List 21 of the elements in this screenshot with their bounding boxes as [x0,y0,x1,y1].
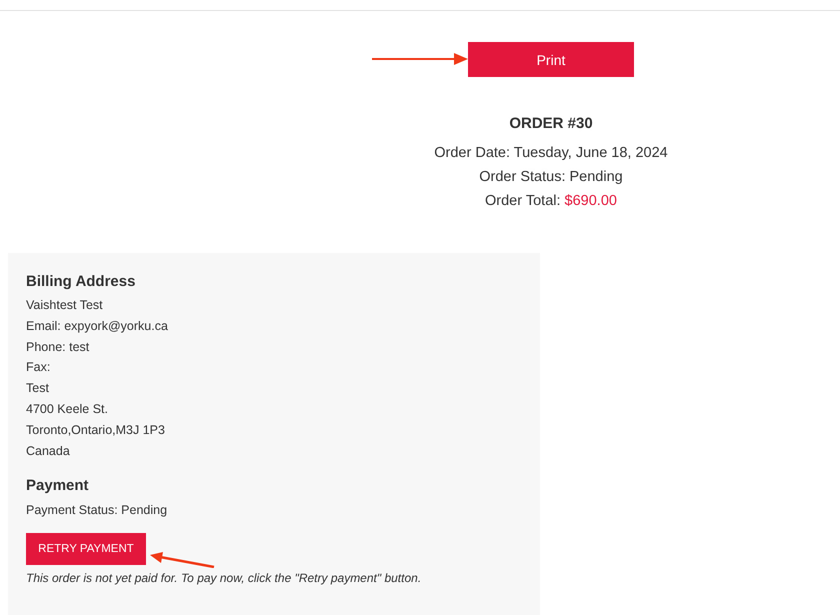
order-total-label: Order Total: [485,193,561,209]
arrow-icon [150,552,216,568]
billing-line: Toronto,Ontario,M3J 1P3 [26,422,166,439]
billing-line: Fax: [26,359,52,376]
payment-status: Payment Status: Pending [26,502,168,520]
payment-heading: Payment [26,477,90,494]
order-title: ORDER #30 [509,115,593,132]
arrow-icon [372,52,468,66]
billing-line: Phone: test [26,338,90,356]
payment-note: This order is not yet paid for. To pay now, click the "Retry payment" button. [26,571,422,586]
print-button[interactable]: Print [468,42,634,77]
billing-line: Test [26,380,50,398]
billing-line: Email: expyork@yorku.ca [26,318,169,335]
order-date: Order Date: Tuesday, June 18, 2024 [434,144,668,163]
billing-line: 4700 Keele St. [26,400,110,418]
order-status: Order Status: Pending [479,168,623,187]
billing-heading: Billing Address [26,273,136,290]
billing-line: Vaishtest Test [26,297,104,314]
order-total-value: $690.00 [564,193,617,209]
billing-line: Canada [26,442,71,460]
retry-payment-button[interactable]: RETRY PAYMENT [26,533,146,566]
